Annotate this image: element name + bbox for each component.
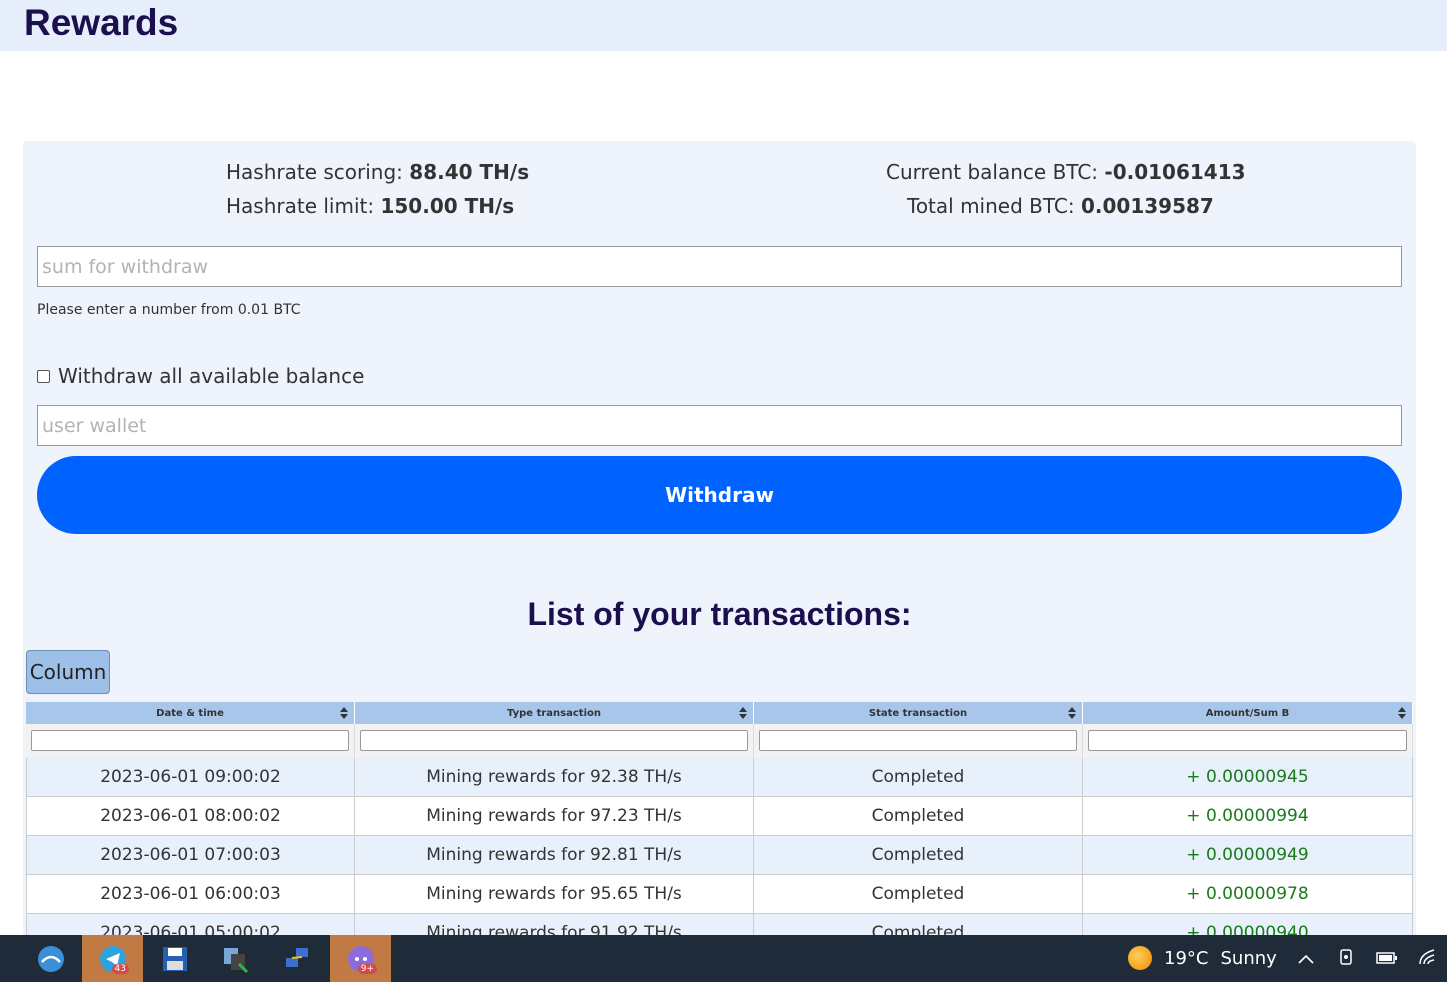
filter-type-cell xyxy=(355,724,754,758)
state-cell: Completed xyxy=(754,797,1083,835)
hashrate-limit-value: 150.00 TH/s xyxy=(380,194,515,218)
amount-cell: + 0.00000978 xyxy=(1083,875,1413,913)
top-header-bar: Rewards xyxy=(0,0,1447,51)
header-type-label: Type transaction xyxy=(507,707,601,719)
type-cell: Mining rewards for 92.81 TH/s xyxy=(355,836,754,874)
header-state-transaction[interactable]: State transaction xyxy=(754,702,1083,724)
sort-icon[interactable] xyxy=(1398,707,1406,719)
weather-temp: 19°C xyxy=(1164,947,1209,969)
filter-state-input[interactable] xyxy=(759,730,1077,751)
wifi-icon[interactable] xyxy=(1418,948,1438,970)
windows-taskbar: 43 9+ 19°C Sunny xyxy=(0,935,1447,982)
filter-date-input[interactable] xyxy=(31,730,349,751)
table-row[interactable]: 2023-06-01 08:00:02 Mining rewards for 9… xyxy=(26,797,1413,836)
table-row[interactable]: 2023-06-01 07:00:03 Mining rewards for 9… xyxy=(26,836,1413,875)
amount-cell: + 0.00000945 xyxy=(1083,758,1413,796)
withdraw-button[interactable]: Withdraw xyxy=(37,456,1402,534)
weather-sun-icon xyxy=(1128,946,1152,970)
header-amount-label: Amount/Sum B xyxy=(1205,707,1290,719)
rewards-panel: Hashrate scoring: 88.40 TH/s Hashrate li… xyxy=(23,141,1416,953)
header-amount[interactable]: Amount/Sum B xyxy=(1083,702,1413,724)
total-mined-value: 0.00139587 xyxy=(1080,194,1214,218)
date-cell: 2023-06-01 08:00:02 xyxy=(26,797,355,835)
sort-icon[interactable] xyxy=(1068,707,1076,719)
state-cell: Completed xyxy=(754,758,1083,796)
type-cell: Mining rewards for 95.65 TH/s xyxy=(355,875,754,913)
date-cell: 2023-06-01 09:00:02 xyxy=(26,758,355,796)
filter-date-cell xyxy=(26,724,355,758)
current-balance-stat: Current balance BTC: -0.01061413 xyxy=(886,160,1246,184)
hashrate-limit-label: Hashrate limit: xyxy=(226,194,375,218)
state-cell: Completed xyxy=(754,875,1083,913)
column-toggle-button[interactable]: Column xyxy=(26,650,110,694)
transactions-table: Date & time Type transaction State trans… xyxy=(26,702,1413,953)
header-type-transaction[interactable]: Type transaction xyxy=(355,702,754,724)
file-transfer-icon[interactable] xyxy=(205,935,266,982)
withdraw-all-label[interactable]: Withdraw all available balance xyxy=(58,364,364,388)
discord-icon[interactable]: 9+ xyxy=(330,935,391,982)
transactions-title: List of your transactions: xyxy=(527,596,912,632)
hashrate-scoring-stat: Hashrate scoring: 88.40 TH/s xyxy=(226,160,529,184)
floppy-disk-icon[interactable] xyxy=(144,935,205,982)
battery-icon[interactable] xyxy=(1376,950,1398,969)
discord-badge: 9+ xyxy=(357,964,377,974)
current-balance-label: Current balance BTC: xyxy=(886,160,1099,184)
sort-icon[interactable] xyxy=(739,707,747,719)
network-tool-icon[interactable] xyxy=(266,935,327,982)
telegram-icon[interactable]: 43 xyxy=(82,935,143,982)
type-cell: Mining rewards for 97.23 TH/s xyxy=(355,797,754,835)
sort-icon[interactable] xyxy=(340,707,348,719)
meet-now-icon[interactable] xyxy=(1338,948,1356,970)
withdraw-sum-hint: Please enter a number from 0.01 BTC xyxy=(37,302,301,318)
hashrate-limit-stat: Hashrate limit: 150.00 TH/s xyxy=(226,194,514,218)
weather-text: Sunny xyxy=(1220,947,1277,969)
table-row[interactable]: 2023-06-01 06:00:03 Mining rewards for 9… xyxy=(26,875,1413,914)
total-mined-label: Total mined BTC: xyxy=(907,194,1075,218)
user-wallet-input[interactable] xyxy=(37,405,1402,446)
header-date-time-label: Date & time xyxy=(156,707,224,719)
amount-cell: + 0.00000994 xyxy=(1083,797,1413,835)
date-cell: 2023-06-01 07:00:03 xyxy=(26,836,355,874)
telegram-badge: 43 xyxy=(111,964,129,974)
withdraw-sum-input[interactable] xyxy=(37,246,1402,287)
withdraw-all-row[interactable]: Withdraw all available balance xyxy=(37,364,364,388)
table-header-row: Date & time Type transaction State trans… xyxy=(26,702,1413,724)
type-cell: Mining rewards for 92.38 TH/s xyxy=(355,758,754,796)
filter-type-input[interactable] xyxy=(360,730,748,751)
header-date-time[interactable]: Date & time xyxy=(26,702,355,724)
current-balance-value: -0.01061413 xyxy=(1104,160,1246,184)
hashrate-scoring-value: 88.40 TH/s xyxy=(409,160,530,184)
total-mined-stat: Total mined BTC: 0.00139587 xyxy=(907,194,1214,218)
filter-state-cell xyxy=(754,724,1083,758)
filter-amount-cell xyxy=(1083,724,1413,758)
amount-cell: + 0.00000949 xyxy=(1083,836,1413,874)
table-row[interactable]: 2023-06-01 09:00:02 Mining rewards for 9… xyxy=(26,758,1413,797)
filter-amount-input[interactable] xyxy=(1088,730,1407,751)
weather-widget[interactable]: 19°C Sunny xyxy=(1128,946,1277,970)
hashrate-scoring-label: Hashrate scoring: xyxy=(226,160,403,184)
table-filter-row xyxy=(26,724,1413,758)
header-state-label: State transaction xyxy=(868,707,968,719)
app-browser-icon[interactable] xyxy=(20,935,81,982)
page-title: Rewards xyxy=(24,2,179,43)
state-cell: Completed xyxy=(754,836,1083,874)
withdraw-all-checkbox[interactable] xyxy=(37,369,50,383)
date-cell: 2023-06-01 06:00:03 xyxy=(26,875,355,913)
chevron-up-icon[interactable] xyxy=(1297,950,1315,969)
